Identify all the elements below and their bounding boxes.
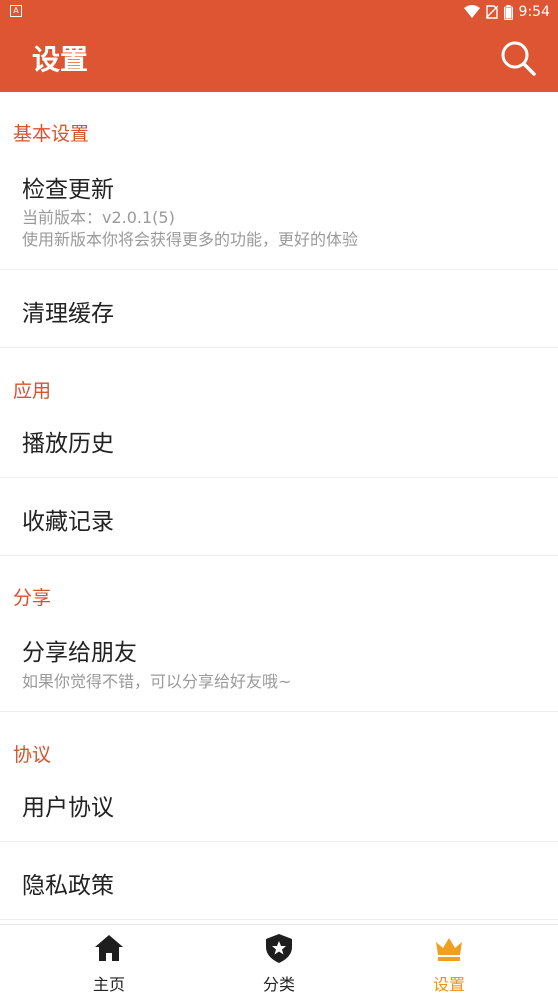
current-version-text: 当前版本：v2.0.1(5) — [22, 208, 175, 227]
status-time: 9:54 — [518, 4, 550, 20]
privacy-policy-item[interactable]: 隐私政策 — [0, 842, 558, 920]
share-to-friends-item[interactable]: 分享给朋友 如果你觉得不错，可以分享给好友哦~ — [0, 612, 558, 712]
item-title: 隐私政策 — [22, 873, 114, 899]
search-button[interactable] — [498, 38, 538, 78]
user-agreement-item[interactable]: 用户协议 — [0, 764, 558, 842]
search-icon — [501, 41, 536, 76]
no-sim-icon — [485, 5, 498, 19]
home-icon — [95, 935, 123, 961]
section-header-basic: 基本设置 — [13, 123, 90, 145]
crown-icon — [436, 938, 462, 961]
item-title: 分享给朋友 — [22, 640, 137, 666]
item-title: 用户协议 — [22, 795, 114, 821]
app-bar: 设置 — [0, 24, 558, 92]
play-history-item[interactable]: 播放历史 — [0, 400, 558, 478]
nav-home-label: 主页 — [92, 975, 125, 994]
section-header-agreement: 协议 — [13, 744, 52, 766]
favorites-item[interactable]: 收藏记录 — [0, 478, 558, 556]
check-update-item[interactable]: 检查更新 当前版本：v2.0.1(5) 使用新版本你将会获得更多的功能，更好的体… — [0, 154, 558, 270]
shield-star-icon — [266, 934, 292, 963]
status-icons: 9:54 — [463, 2, 550, 22]
notification-icon: A — [10, 5, 22, 17]
nav-settings-label: 设置 — [432, 975, 465, 994]
item-title: 检查更新 — [22, 177, 114, 203]
nav-category[interactable]: 分类 — [186, 925, 372, 996]
status-bar: A 9:54 — [0, 0, 558, 24]
wifi-icon — [463, 5, 480, 18]
nav-category-label: 分类 — [262, 975, 295, 994]
share-hint-text: 如果你觉得不错，可以分享给好友哦~ — [22, 672, 292, 691]
section-header-share: 分享 — [13, 587, 52, 609]
page-title: 设置 — [32, 43, 89, 76]
battery-icon — [503, 4, 513, 20]
clear-cache-item[interactable]: 清理缓存 — [0, 270, 558, 348]
item-title: 播放历史 — [22, 431, 114, 457]
item-title: 收藏记录 — [22, 509, 114, 535]
bottom-nav: 主页 分类 设置 — [0, 924, 558, 996]
update-hint-text: 使用新版本你将会获得更多的功能，更好的体验 — [22, 230, 359, 249]
nav-settings[interactable]: 设置 — [356, 925, 542, 996]
section-header-app: 应用 — [13, 380, 52, 402]
item-title: 清理缓存 — [22, 301, 114, 327]
nav-home[interactable]: 主页 — [16, 925, 202, 996]
